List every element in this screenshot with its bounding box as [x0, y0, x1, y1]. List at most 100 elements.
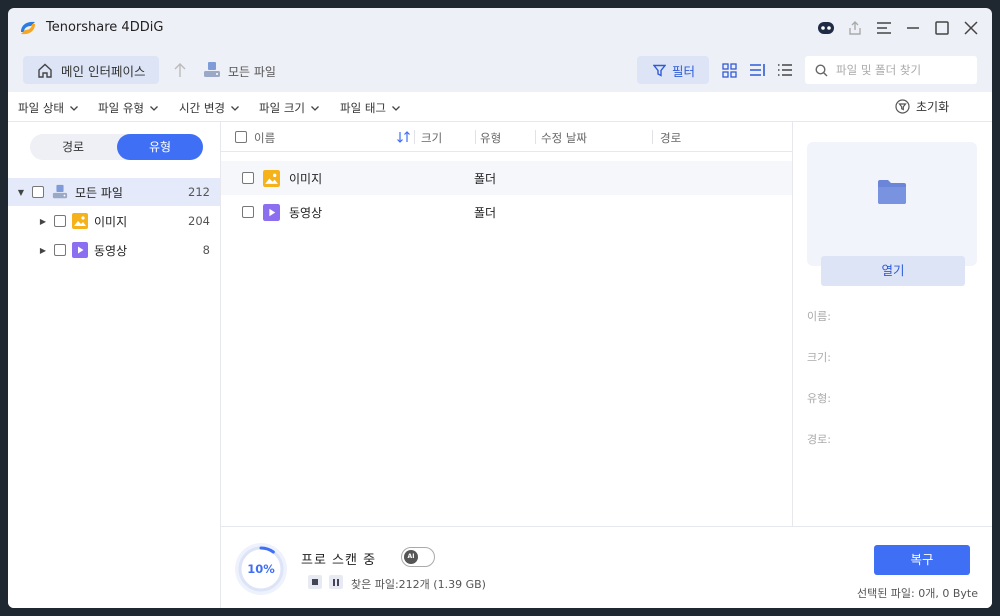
checkbox[interactable]	[54, 244, 66, 256]
filter-file-type[interactable]: 파일 유형	[98, 100, 158, 116]
file-table: 이름 크기 유형 수정 날짜 경로 이미지 폴더 동영상 폴더	[221, 122, 792, 526]
scan-progress-text: 10%	[247, 562, 275, 576]
checkbox[interactable]	[32, 186, 44, 198]
detail-view-icon[interactable]	[747, 60, 767, 80]
filter-file-tag[interactable]: 파일 태그	[340, 100, 400, 116]
column-name[interactable]: 이름	[254, 130, 275, 146]
stop-button[interactable]	[308, 575, 322, 589]
tree-item-label: 동영상	[94, 243, 128, 258]
app-window: Tenorshare 4DDiG 메인 인터페이스 모든 파일 필터 파일 및 …	[8, 8, 992, 608]
column-separator[interactable]	[475, 130, 476, 144]
tree-item-all-files[interactable]: ▼ 모든 파일 212	[8, 178, 220, 206]
detail-name-label: 이름:	[807, 310, 831, 323]
maximize-icon[interactable]	[930, 16, 954, 40]
select-all-checkbox[interactable]	[235, 131, 247, 143]
reset-button-label: 초기화	[916, 100, 950, 114]
sort-icon[interactable]	[397, 131, 411, 143]
column-type[interactable]: 유형	[480, 130, 501, 146]
menu-icon[interactable]	[872, 16, 896, 40]
row-type: 폴더	[474, 205, 497, 220]
scan-status-bar: 10% 프로 스캔 중 AI 찾은 파일:212개 (1.39 GB) 복구 선…	[221, 526, 992, 608]
chevron-down-icon	[392, 105, 400, 111]
reset-filter-icon	[895, 99, 910, 114]
detail-path-label: 경로:	[807, 433, 831, 446]
app-title: Tenorshare 4DDiG	[46, 20, 164, 35]
grid-view-icon[interactable]	[719, 60, 739, 80]
tree-item-count: 212	[188, 185, 210, 199]
filter-file-size-label: 파일 크기	[259, 101, 305, 115]
filter-button-label: 필터	[672, 63, 696, 79]
sidebar: 경로 유형 ▼ 모든 파일 212 ▶ 이미지 204 ▶ 동영상 8	[8, 122, 221, 608]
ai-badge: AI	[404, 550, 418, 564]
column-separator[interactable]	[535, 130, 536, 144]
found-files-text: 찾은 파일:212개 (1.39 GB)	[351, 578, 486, 591]
reset-button[interactable]: 초기화	[895, 98, 949, 115]
column-path[interactable]: 경로	[660, 130, 681, 146]
search-box	[805, 56, 977, 84]
column-separator[interactable]	[652, 130, 653, 144]
breadcrumb[interactable]: 모든 파일	[228, 63, 276, 80]
caret-right-icon[interactable]: ▶	[38, 246, 48, 255]
row-name: 이미지	[289, 171, 323, 186]
stop-icon	[312, 579, 318, 585]
minimize-icon[interactable]	[901, 16, 925, 40]
tree-item-images[interactable]: ▶ 이미지 204	[8, 207, 220, 235]
home-button[interactable]: 메인 인터페이스	[23, 56, 159, 84]
chevron-down-icon	[70, 105, 78, 111]
chevron-down-icon	[150, 105, 158, 111]
list-view-icon[interactable]	[775, 60, 795, 80]
close-icon[interactable]	[959, 16, 983, 40]
up-arrow-icon[interactable]	[172, 61, 188, 79]
filter-icon	[653, 64, 666, 77]
preview-area	[807, 142, 977, 266]
table-row[interactable]: 이미지 폴더	[221, 161, 792, 195]
video-icon	[72, 242, 88, 258]
filter-bar: 파일 상태 파일 유형 시간 변경 파일 크기 파일 태그 초기화	[8, 92, 992, 122]
drive-icon	[52, 184, 68, 199]
open-button[interactable]: 열기	[821, 256, 965, 286]
table-header: 이름 크기 유형 수정 날짜 경로	[221, 122, 792, 152]
tree-item-videos[interactable]: ▶ 동영상 8	[8, 236, 220, 264]
search-icon	[815, 63, 828, 76]
search-input[interactable]	[836, 63, 966, 77]
app-logo-icon	[21, 21, 35, 35]
filter-file-size[interactable]: 파일 크기	[259, 100, 319, 116]
image-icon	[263, 169, 280, 187]
tree-item-label: 이미지	[94, 214, 128, 229]
tree-item-count: 8	[202, 243, 210, 257]
table-row[interactable]: 동영상 폴더	[221, 195, 792, 229]
image-icon	[72, 213, 88, 229]
tree-item-label: 모든 파일	[75, 185, 123, 200]
column-modified[interactable]: 수정 날짜	[541, 130, 587, 146]
row-checkbox[interactable]	[242, 172, 254, 184]
caret-right-icon[interactable]: ▶	[38, 217, 48, 226]
pause-icon	[333, 578, 339, 586]
filter-button[interactable]: 필터	[637, 56, 709, 84]
pause-button[interactable]	[329, 575, 343, 589]
caret-down-icon[interactable]: ▼	[16, 188, 26, 197]
filter-file-status[interactable]: 파일 상태	[18, 100, 78, 116]
ai-toggle[interactable]: AI	[401, 547, 435, 567]
view-mode-switch: 경로 유형	[30, 134, 203, 160]
tab-path[interactable]: 경로	[30, 134, 116, 160]
details-panel: 열기 이름: 크기: 유형: 경로:	[792, 122, 992, 526]
row-type: 폴더	[474, 171, 497, 186]
filter-file-status-label: 파일 상태	[18, 101, 64, 115]
column-separator[interactable]	[414, 130, 415, 144]
scan-title: 프로 스캔 중	[301, 553, 377, 568]
detail-type-label: 유형:	[807, 392, 831, 405]
tab-type[interactable]: 유형	[117, 134, 203, 160]
column-size[interactable]: 크기	[421, 130, 442, 146]
row-checkbox[interactable]	[242, 206, 254, 218]
chevron-down-icon	[311, 105, 319, 111]
row-name: 동영상	[289, 205, 323, 220]
recover-button[interactable]: 복구	[874, 545, 970, 575]
share-icon[interactable]	[843, 16, 867, 40]
selected-files-text: 선택된 파일: 0개, 0 Byte	[856, 587, 978, 600]
filter-file-type-label: 파일 유형	[98, 101, 144, 115]
folder-icon	[878, 180, 906, 204]
assistant-robot-icon[interactable]	[814, 16, 838, 40]
chevron-down-icon	[231, 105, 239, 111]
filter-time-modified[interactable]: 시간 변경	[179, 100, 239, 116]
checkbox[interactable]	[54, 215, 66, 227]
